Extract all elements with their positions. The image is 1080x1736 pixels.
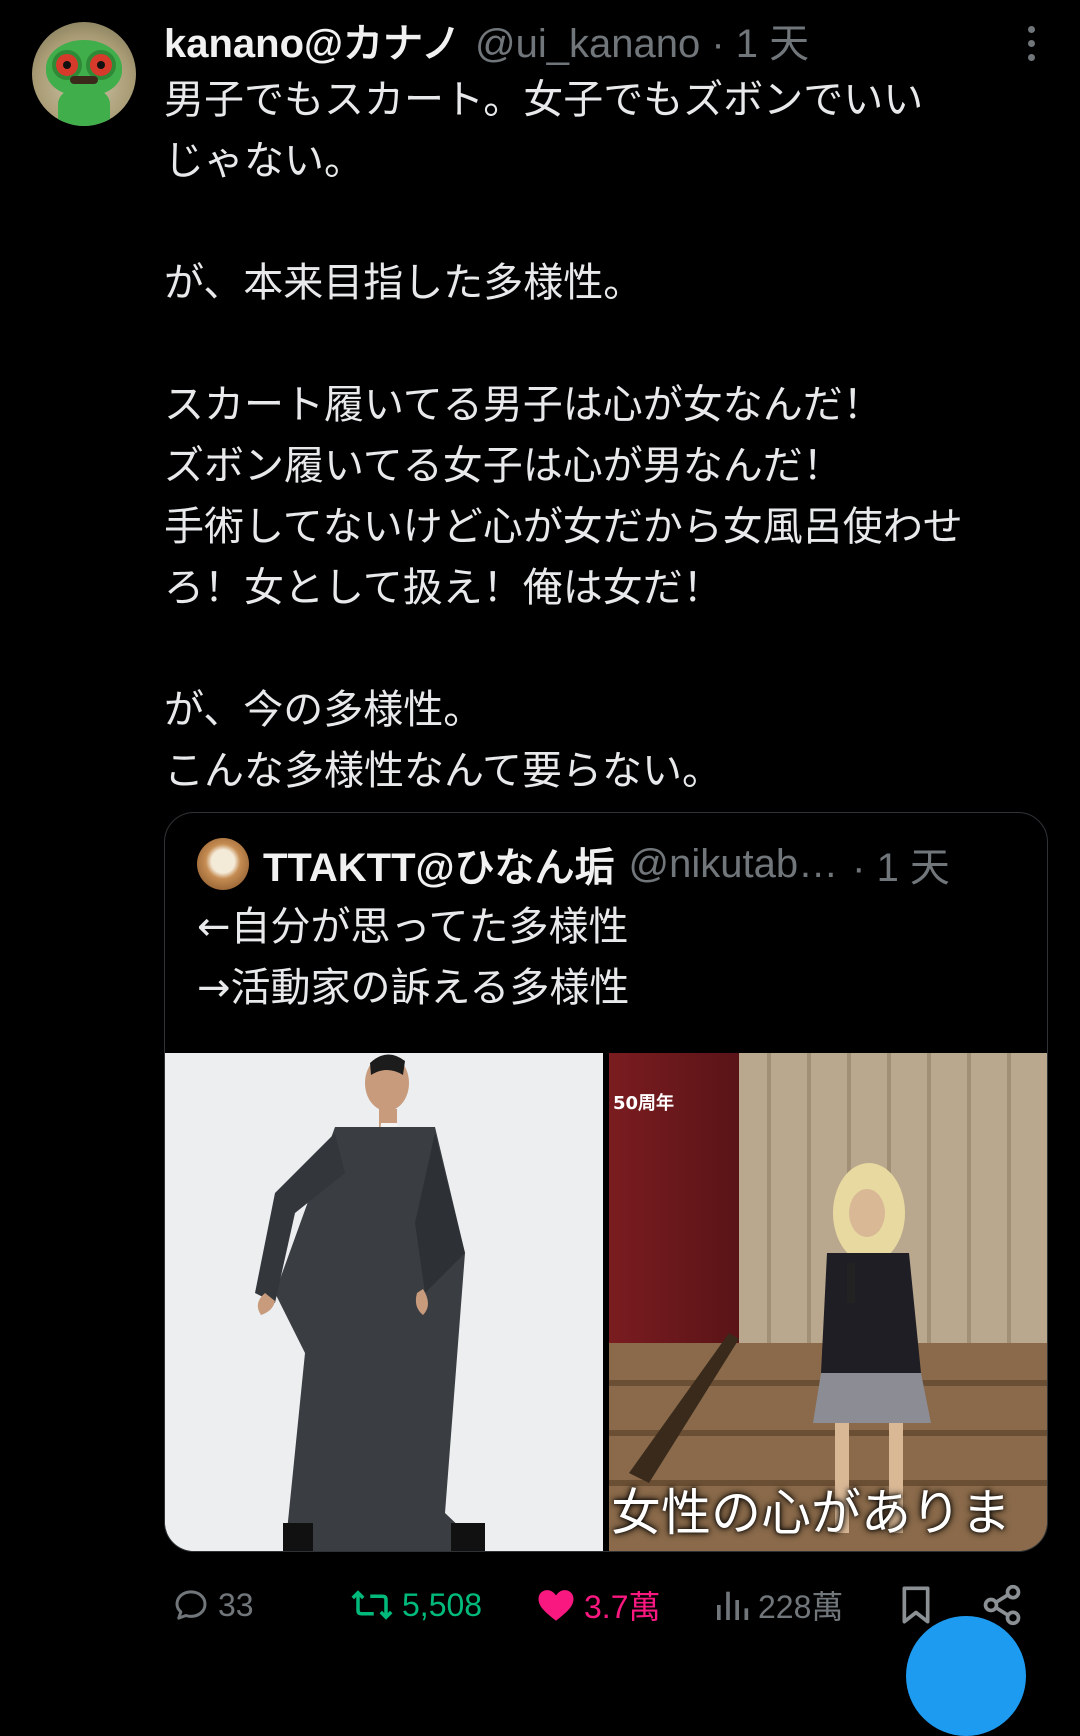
views-count: 228萬 bbox=[758, 1589, 844, 1625]
views-button[interactable]: 228萬 bbox=[712, 1580, 843, 1630]
tweet-header: kanano@カナノ @ui_kanano · 1 天 bbox=[164, 14, 809, 66]
author-handle-time[interactable]: @ui_kanano · 1 天 bbox=[475, 11, 809, 69]
anniversary-label: 50周年 bbox=[613, 1093, 675, 1114]
frog-mustache bbox=[70, 76, 98, 84]
more-dot bbox=[1028, 40, 1035, 47]
tweet-text: 男子でもスカート。女子でもズボンでいい じゃない。 が、本来目指した多様性。 ス… bbox=[164, 77, 963, 794]
quoted-image-left[interactable] bbox=[165, 1053, 603, 1551]
bookmark-button[interactable] bbox=[896, 1580, 942, 1630]
quoted-avatar bbox=[197, 838, 249, 890]
quoted-tweet[interactable]: TTAKTT@ひなん垢 @nikutab… · 1 天 ←自分が思ってた多様性 … bbox=[164, 812, 1048, 1552]
avatar[interactable] bbox=[32, 22, 136, 126]
more-options-icon[interactable] bbox=[1028, 26, 1036, 61]
reply-button[interactable]: 33 bbox=[170, 1580, 254, 1630]
retweet-button[interactable]: 5,508 bbox=[348, 1580, 482, 1630]
quoted-author-name: TTAKTT@ひなん垢 bbox=[263, 846, 615, 890]
subtitle-caption: 女性の心がありま bbox=[611, 1484, 1011, 1542]
quoted-text: ←自分が思ってた多様性 →活動家の訴える多様性 bbox=[197, 904, 630, 1011]
more-dot bbox=[1028, 26, 1035, 33]
compose-fab-button[interactable] bbox=[906, 1616, 1026, 1736]
more-dot bbox=[1028, 54, 1035, 61]
retweet-count: 5,508 bbox=[402, 1586, 483, 1623]
reply-count: 33 bbox=[218, 1586, 254, 1623]
like-button[interactable]: 3.7萬 bbox=[534, 1580, 661, 1630]
tweet: kanano@カナノ @ui_kanano · 1 天 男子でもスカート。女子で… bbox=[0, 0, 1080, 1736]
bookmark-icon bbox=[902, 1586, 930, 1624]
quoted-header: TTAKTT@ひなん垢 @nikutab… · 1 天 bbox=[197, 837, 950, 891]
analytics-icon bbox=[717, 1591, 749, 1620]
quoted-image-right[interactable]: 50周年 女性の心がありま bbox=[609, 1053, 1047, 1551]
quoted-author-handle: @nikutab… bbox=[628, 841, 839, 886]
author-name[interactable]: kanano@カナノ bbox=[164, 11, 461, 69]
quoted-time: · 1 天 bbox=[852, 846, 950, 890]
man-in-coat-illustration bbox=[165, 1053, 603, 1551]
reply-icon bbox=[175, 1590, 207, 1620]
heart-icon bbox=[538, 1590, 574, 1621]
retweet-icon bbox=[351, 1590, 393, 1620]
frog-body bbox=[58, 88, 110, 126]
action-bar: 33 5,508 3.7萬 228萬 bbox=[164, 1580, 1044, 1630]
like-count: 3.7萬 bbox=[584, 1589, 661, 1625]
quoted-media: 50周年 女性の心がありま bbox=[165, 1053, 1047, 1551]
